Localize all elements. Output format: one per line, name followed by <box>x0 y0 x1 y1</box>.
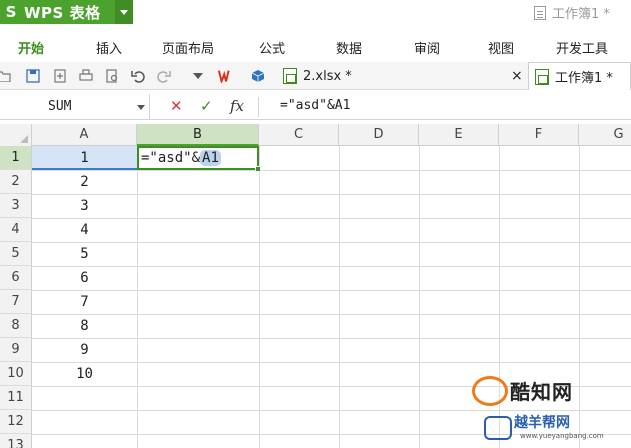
row-header-12[interactable]: 12 <box>0 410 32 434</box>
name-box[interactable]: SUM <box>0 94 150 120</box>
cube-icon[interactable] <box>250 68 266 84</box>
xlsx-file-icon <box>283 68 297 84</box>
tab-2-xlsx-label: 2.xlsx * <box>303 68 352 84</box>
export-icon[interactable] <box>52 68 68 84</box>
row-header-10[interactable]: 10 <box>0 362 32 386</box>
column-header-f[interactable]: F <box>499 124 579 146</box>
row-header-9[interactable]: 9 <box>0 338 32 362</box>
cancel-formula-button[interactable]: ✕ <box>170 97 183 115</box>
window-title: 工作簿1 * <box>534 3 610 22</box>
row-header-1[interactable]: 1 <box>0 146 32 170</box>
menu-item-view[interactable]: 视图 <box>488 38 514 57</box>
grid-line <box>259 146 260 448</box>
menu-item-review[interactable]: 审阅 <box>414 38 440 57</box>
app-name: WPS 表格 <box>24 3 101 22</box>
menu-item-page-layout[interactable]: 页面布局 <box>162 38 214 57</box>
formula-bar-divider <box>258 97 259 117</box>
row-header-5[interactable]: 5 <box>0 242 32 266</box>
column-header-g[interactable]: G <box>579 124 631 146</box>
wps-s-logo-icon: S <box>5 3 17 21</box>
tab-workbook1[interactable]: 工作簿1 * <box>528 62 631 90</box>
row-header-4[interactable]: 4 <box>0 218 32 242</box>
menu-bar: 开始 插入 页面布局 公式 数据 审阅 视图 开发工具 <box>0 28 631 64</box>
document-icon <box>534 5 546 20</box>
column-header-c[interactable]: C <box>259 124 339 146</box>
column-headers: A B C D E F G <box>0 124 631 146</box>
grid-line <box>339 146 340 448</box>
watermark: 酷知网 越羊帮网 www.yueyangbang.com <box>470 372 631 448</box>
confirm-formula-button[interactable]: ✓ <box>200 97 213 115</box>
watermark-brand: 酷知网 <box>510 380 573 404</box>
row-header-6[interactable]: 6 <box>0 266 32 290</box>
quick-access-toolbar: 2.xlsx * × 工作簿1 * <box>0 62 631 90</box>
save-icon[interactable] <box>25 68 41 84</box>
row-header-11[interactable]: 11 <box>0 386 32 410</box>
cell-a2[interactable]: 2 <box>32 170 137 194</box>
grid-line <box>419 146 420 448</box>
cell-a3[interactable]: 3 <box>32 194 137 218</box>
formula-bar: SUM ✕ ✓ fx ="asd"&A1 <box>0 94 631 120</box>
watermark-sub: 越羊帮网 <box>514 415 570 431</box>
app-menu-button[interactable]: S WPS 表格 <box>0 0 133 24</box>
row-header-7[interactable]: 7 <box>0 290 32 314</box>
print-icon[interactable] <box>78 68 94 84</box>
reference-highlight-a1 <box>32 146 137 170</box>
select-all-corner[interactable] <box>0 124 32 146</box>
grid-line <box>137 146 138 448</box>
menu-item-home[interactable]: 开始 <box>18 38 44 57</box>
cell-b1-reference: A1 <box>200 150 221 166</box>
insert-function-button[interactable]: fx <box>230 97 244 115</box>
row-header-2[interactable]: 2 <box>0 170 32 194</box>
name-box-dropdown-icon[interactable] <box>137 105 145 110</box>
tab-workbook1-label: 工作簿1 * <box>555 71 613 86</box>
column-header-e[interactable]: E <box>419 124 499 146</box>
cell-a9[interactable]: 9 <box>32 338 137 362</box>
cell-b1-editor[interactable]: ="asd"& A1 <box>137 146 261 172</box>
watermark-url: www.yueyangbang.com <box>520 432 604 440</box>
open-icon[interactable] <box>0 68 12 84</box>
wps-logo-icon[interactable] <box>218 68 234 84</box>
column-header-a[interactable]: A <box>32 124 137 146</box>
cell-a8[interactable]: 8 <box>32 314 137 338</box>
tab-close-icon[interactable]: × <box>511 68 523 84</box>
watermark-logo-icon <box>472 376 508 406</box>
cell-a7[interactable]: 7 <box>32 290 137 314</box>
row-header-3[interactable]: 3 <box>0 194 32 218</box>
row-header-8[interactable]: 8 <box>0 314 32 338</box>
fill-handle[interactable] <box>255 166 261 172</box>
more-dropdown-icon[interactable] <box>190 68 206 84</box>
app-dropdown-icon[interactable] <box>115 0 133 24</box>
title-bar: S WPS 表格 工作簿1 * <box>0 0 631 24</box>
cell-a6[interactable]: 6 <box>32 266 137 290</box>
column-header-b[interactable]: B <box>137 124 259 146</box>
window-title-text: 工作簿1 * <box>552 7 610 22</box>
cell-b1-formula-prefix: ="asd"& <box>141 150 201 166</box>
print-preview-icon[interactable] <box>104 68 120 84</box>
menu-item-insert[interactable]: 插入 <box>96 38 122 57</box>
watermark-robot-icon <box>484 416 512 440</box>
cell-a10[interactable]: 10 <box>32 362 137 386</box>
menu-item-formula[interactable]: 公式 <box>259 38 285 57</box>
formula-input[interactable]: ="asd"&A1 <box>280 98 350 113</box>
name-box-value: SUM <box>48 99 72 114</box>
tab-2-xlsx[interactable]: 2.xlsx * × <box>283 62 533 90</box>
xlsx-file-icon <box>535 68 549 85</box>
cell-a4[interactable]: 4 <box>32 218 137 242</box>
undo-icon[interactable] <box>130 68 146 84</box>
column-header-d[interactable]: D <box>339 124 419 146</box>
menu-item-developer[interactable]: 开发工具 <box>556 38 608 57</box>
row-header-13[interactable]: 13 <box>0 434 32 448</box>
cell-a5[interactable]: 5 <box>32 242 137 266</box>
menu-item-data[interactable]: 数据 <box>336 38 362 57</box>
redo-icon[interactable] <box>156 68 172 84</box>
